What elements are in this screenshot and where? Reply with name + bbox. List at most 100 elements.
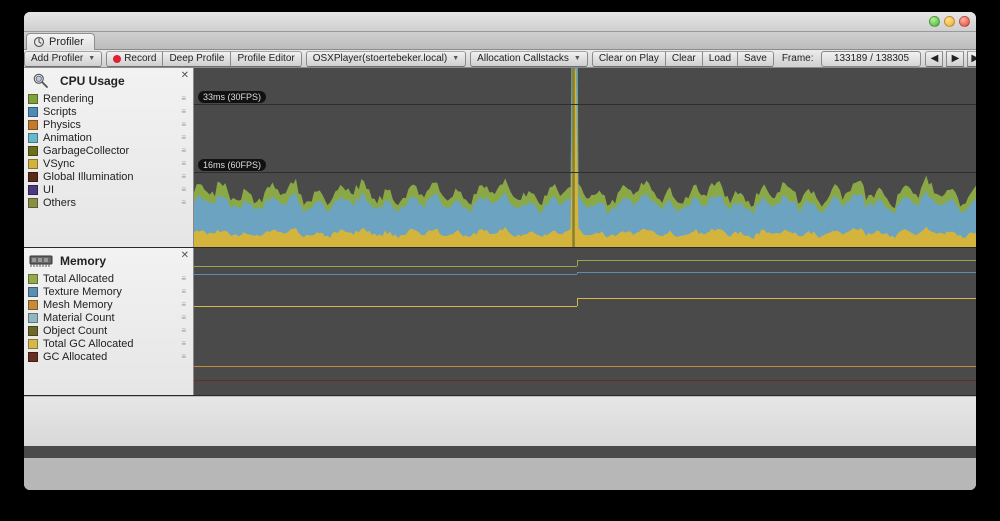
drag-handle-icon[interactable]: ≡ (181, 120, 187, 129)
legend-label: Others (43, 197, 76, 209)
drag-handle-icon[interactable]: ≡ (181, 172, 187, 181)
cpu-legend-items: Rendering≡Scripts≡Physics≡Animation≡Garb… (24, 92, 193, 213)
record-label: Record (124, 53, 156, 64)
current-frame-button[interactable]: ▶| (967, 51, 976, 67)
legend-swatch (28, 339, 38, 349)
legend-item[interactable]: VSync≡ (28, 157, 191, 170)
memory-row: ✕ Memory Total Allocated≡Texture Memory≡… (24, 248, 976, 396)
drag-handle-icon[interactable]: ≡ (181, 313, 187, 322)
legend-swatch (28, 352, 38, 362)
allocation-callstacks-dropdown[interactable]: Allocation Callstacks ▼ (470, 51, 588, 67)
drag-handle-icon[interactable]: ≡ (181, 287, 187, 296)
window-footer (24, 458, 976, 490)
legend-item[interactable]: GC Allocated ≡ (28, 350, 191, 363)
drag-handle-icon[interactable]: ≡ (181, 198, 187, 207)
cpu-usage-row: ✕ CPU Usage Rendering≡Scripts≡Physics≡An… (24, 68, 976, 248)
memory-legend-items: Total Allocated≡Texture Memory≡Mesh Memo… (24, 272, 193, 367)
drag-handle-icon[interactable]: ≡ (181, 146, 187, 155)
drag-handle-icon[interactable]: ≡ (181, 300, 187, 309)
memory-chip-icon (28, 252, 54, 270)
close-panel-button[interactable]: ✕ (181, 70, 189, 81)
fps-threshold-line: 33ms (30FPS) (194, 104, 976, 105)
legend-label: UI (43, 184, 54, 196)
deep-profile-button[interactable]: Deep Profile (162, 51, 231, 67)
legend-item[interactable]: Material Count ≡ (28, 311, 191, 324)
memory-legend-title: Memory (60, 254, 106, 268)
cpu-legend-title: CPU Usage (60, 74, 125, 88)
legend-item[interactable]: Scripts ≡ (28, 105, 191, 118)
clear-button[interactable]: Clear (665, 51, 703, 67)
frame-value[interactable]: 133189 / 138305 (821, 51, 921, 67)
toolbar: Add Profiler ▼ Record Deep Profile Profi… (24, 50, 976, 68)
profile-editor-button[interactable]: Profile Editor (230, 51, 301, 67)
memory-series-line (194, 274, 577, 275)
drag-handle-icon[interactable]: ≡ (181, 133, 187, 142)
legend-label: Scripts (43, 106, 77, 118)
drag-handle-icon[interactable]: ≡ (181, 274, 187, 283)
legend-item[interactable]: Rendering≡ (28, 92, 191, 105)
clear-on-play-button[interactable]: Clear on Play (592, 51, 666, 67)
next-frame-button[interactable]: ▶ (946, 51, 964, 67)
add-profiler-dropdown[interactable]: Add Profiler ▼ (24, 51, 102, 67)
legend-item[interactable]: Object Count≡ (28, 324, 191, 337)
drag-handle-icon[interactable]: ≡ (181, 94, 187, 103)
legend-swatch (28, 313, 38, 323)
close-panel-button[interactable]: ✕ (181, 250, 189, 261)
legend-label: Material Count (43, 312, 115, 324)
legend-item[interactable]: UI ≡ (28, 183, 191, 196)
memory-series-line (194, 366, 976, 367)
legend-swatch (28, 185, 38, 195)
profile-editor-label: Profile Editor (237, 53, 294, 64)
clear-on-play-label: Clear on Play (599, 53, 659, 64)
tab-label: Profiler (49, 36, 84, 48)
memory-legend-header: Memory (24, 248, 193, 272)
target-dropdown[interactable]: OSXPlayer(stoertebeker.local) ▼ (306, 51, 466, 67)
fps-threshold-label: 16ms (60FPS) (198, 159, 266, 171)
legend-item[interactable]: Physics ≡ (28, 118, 191, 131)
legend-swatch (28, 107, 38, 117)
cpu-graph-svg (194, 68, 976, 247)
memory-graph[interactable] (194, 248, 976, 395)
drag-handle-icon[interactable]: ≡ (181, 185, 187, 194)
drag-handle-icon[interactable]: ≡ (181, 352, 187, 361)
save-button[interactable]: Save (737, 51, 774, 67)
add-profiler-label: Add Profiler (31, 53, 83, 64)
legend-item[interactable]: Animation ≡ (28, 131, 191, 144)
frame-selector: Frame: 133189 / 138305 ◀ ▶ ▶| (778, 51, 976, 67)
prev-frame-button[interactable]: ◀ (925, 51, 943, 67)
profiler-panes: ✕ CPU Usage Rendering≡Scripts≡Physics≡An… (24, 68, 976, 458)
chevron-down-icon: ▼ (88, 55, 95, 62)
cpu-usage-graph[interactable]: 33ms (30FPS) 16ms (60FPS) (194, 68, 976, 247)
skip-end-icon: ▶| (971, 53, 976, 64)
memory-series-line (194, 380, 976, 381)
close-window-button[interactable] (959, 16, 970, 27)
zoom-button[interactable] (944, 16, 955, 27)
drag-handle-icon[interactable]: ≡ (181, 159, 187, 168)
tab-profiler[interactable]: Profiler (26, 33, 95, 50)
load-button[interactable]: Load (702, 51, 738, 67)
chevron-down-icon: ▼ (452, 55, 459, 62)
legend-label: GC Allocated (43, 351, 107, 363)
minimize-button[interactable] (929, 16, 940, 27)
drag-handle-icon[interactable]: ≡ (181, 107, 187, 116)
legend-swatch (28, 198, 38, 208)
legend-label: Global Illumination (43, 171, 134, 183)
legend-label: Physics (43, 119, 81, 131)
drag-handle-icon[interactable]: ≡ (181, 339, 187, 348)
legend-item[interactable]: Texture Memory≡ (28, 285, 191, 298)
legend-item[interactable]: GarbageCollector≡ (28, 144, 191, 157)
legend-swatch (28, 172, 38, 182)
legend-label: Animation (43, 132, 92, 144)
clear-label: Clear (672, 53, 696, 64)
legend-item[interactable]: Others ≡ (28, 196, 191, 209)
alloc-callstacks-label: Allocation Callstacks (477, 53, 569, 64)
legend-item[interactable]: Total Allocated≡ (28, 272, 191, 285)
drag-handle-icon[interactable]: ≡ (181, 326, 187, 335)
legend-item[interactable]: Global Illumination ≡ (28, 170, 191, 183)
legend-item[interactable]: Total GC Allocated≡ (28, 337, 191, 350)
memory-series-line (194, 266, 577, 267)
tab-bar: Profiler (24, 32, 976, 50)
legend-item[interactable]: Mesh Memory≡ (28, 298, 191, 311)
record-button[interactable]: Record (106, 51, 163, 67)
cpu-legend-panel: ✕ CPU Usage Rendering≡Scripts≡Physics≡An… (24, 68, 194, 247)
